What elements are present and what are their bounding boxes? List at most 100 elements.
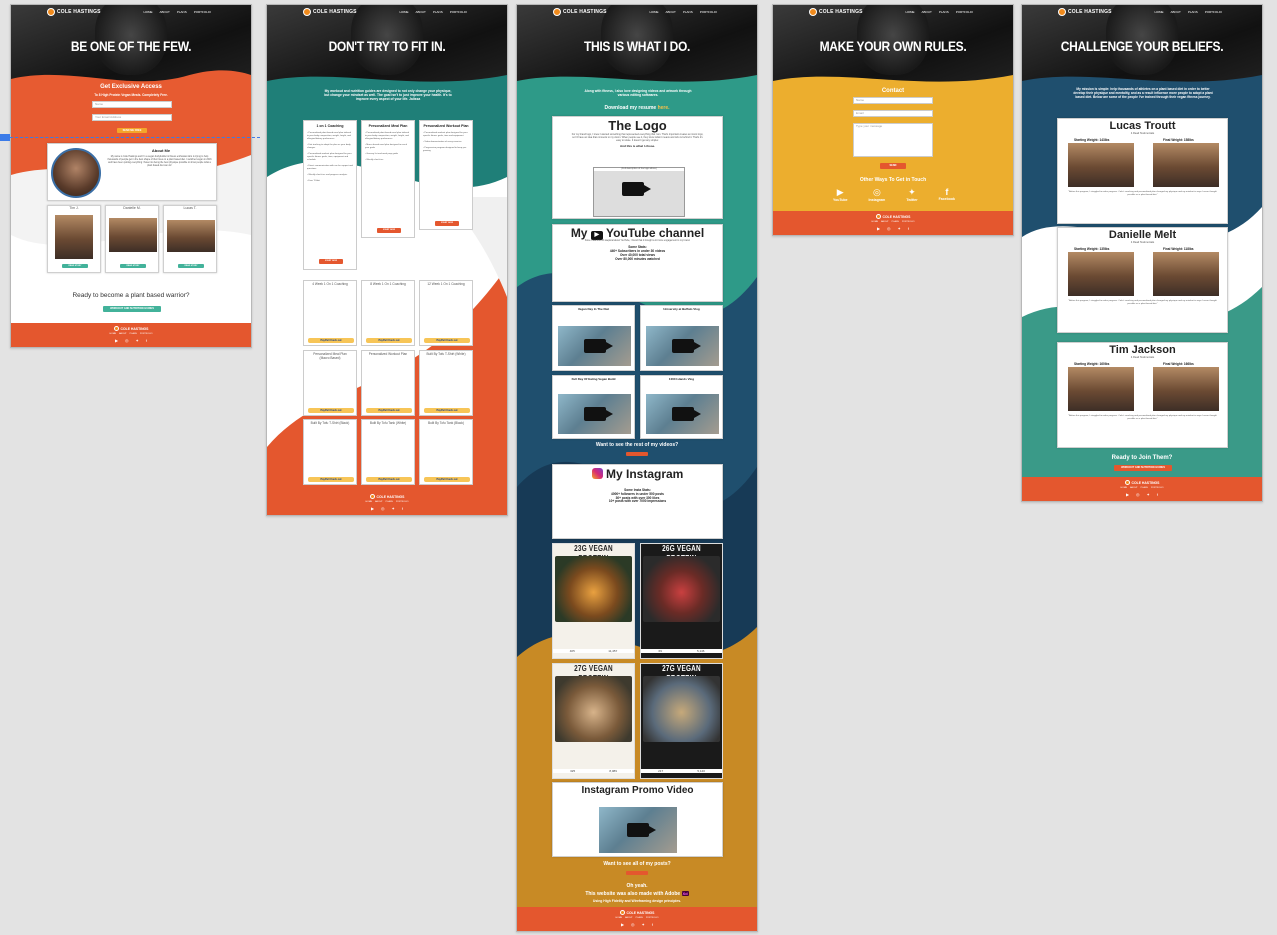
nav-about[interactable]: ABOUT [160,10,170,14]
youtube-icon[interactable]: ▶ [877,226,880,231]
twitter-icon[interactable]: ✦ [898,226,901,231]
read-story-button[interactable]: READ STORY [62,264,88,268]
start-now-button[interactable]: START NOW [319,259,343,264]
guides-button[interactable]: WORKOUT AND NUTRITION GUIDES [1114,465,1172,471]
more-videos-button[interactable] [626,452,648,456]
paypal-checkout-button[interactable]: PayPal Check out [424,408,470,413]
video-card[interactable]: Vegan Day In The Diet [552,305,635,371]
youtube-icon[interactable]: ▶ [371,506,374,511]
paypal-checkout-button[interactable]: PayPal Check out [308,408,354,413]
nav-portfolio[interactable]: PORTFOLIO [450,10,467,14]
instagram-icon[interactable]: ◎ [125,338,129,343]
nav-about[interactable]: ABOUT [922,10,932,14]
instagram-post[interactable]: 27G VEGAN PROTEIN 325 8,089 [552,663,635,779]
facebook-icon[interactable]: f [652,922,653,927]
footer-logo[interactable]: COLE HASTINGS [267,494,507,499]
nav-home[interactable]: HOME [400,10,409,14]
logo-preview[interactable]: (Full description of the logo above) [593,167,685,217]
footer-link[interactable]: PORTFOLIO [902,221,915,223]
facebook-icon[interactable]: f [402,506,403,511]
footer-link[interactable]: HOME [110,333,117,335]
nav-about[interactable]: ABOUT [1171,10,1181,14]
video-thumbnail[interactable] [558,394,631,434]
nav-plans[interactable]: PLANS [683,10,693,14]
facebook-link[interactable]: f Facebook [939,187,955,202]
footer-link[interactable]: PORTFOLIO [1151,487,1164,489]
selection-handle[interactable] [0,134,10,141]
instagram-icon[interactable]: ◎ [631,922,635,927]
footer-link[interactable]: HOME [872,221,879,223]
send-button[interactable]: SEND [880,163,906,169]
footer-link[interactable]: ABOUT [1130,487,1138,489]
facebook-icon[interactable]: f [908,226,909,231]
footer-link[interactable]: HOME [366,501,373,503]
video-card[interactable]: 1000 Islands Vlog [640,375,723,439]
nav-plans[interactable]: PLANS [433,10,443,14]
paypal-checkout-button[interactable]: PayPal Check out [308,338,354,343]
instagram-icon[interactable]: ◎ [1136,492,1140,497]
instagram-icon[interactable]: ◎ [887,226,891,231]
brand-logo[interactable]: COLE HASTINGS [809,8,863,16]
more-posts-button[interactable] [626,871,648,875]
twitter-icon[interactable]: ✦ [1147,492,1150,497]
resume-link[interactable]: here. [658,105,670,111]
guides-button[interactable]: WORKOUT AND NUTRITION GUIDES [103,306,161,312]
twitter-icon[interactable]: ✦ [392,506,395,511]
nav-home[interactable]: HOME [650,10,659,14]
promo-video[interactable] [599,807,677,853]
footer-link[interactable]: PLANS [386,501,393,503]
paypal-checkout-button[interactable]: PayPal Check out [366,338,412,343]
read-story-button[interactable]: READ STORY [120,264,146,268]
youtube-link[interactable]: ▶ YouTube [833,187,847,202]
video-thumbnail[interactable] [558,326,631,366]
video-thumbnail[interactable] [646,394,719,434]
footer-link[interactable]: PORTFOLIO [646,917,659,919]
footer-link[interactable]: ABOUT [375,501,383,503]
nav-portfolio[interactable]: PORTFOLIO [700,10,717,14]
footer-link[interactable]: HOME [1121,487,1128,489]
paypal-checkout-button[interactable]: PayPal Check out [424,338,470,343]
nav-plans[interactable]: PLANS [177,10,187,14]
nav-about[interactable]: ABOUT [416,10,426,14]
submit-button[interactable]: SEND ME FREE [117,128,147,133]
nav-portfolio[interactable]: PORTFOLIO [956,10,973,14]
instagram-link[interactable]: ◎ Instagram [869,187,886,202]
footer-link[interactable]: PLANS [636,917,643,919]
brand-logo[interactable]: COLE HASTINGS [47,8,101,16]
youtube-icon[interactable]: ▶ [1126,492,1129,497]
nav-plans[interactable]: PLANS [939,10,949,14]
video-card[interactable]: University at Buffalo Vlog [640,305,723,371]
nav-portfolio[interactable]: PORTFOLIO [194,10,211,14]
youtube-icon[interactable]: ▶ [115,338,118,343]
footer-logo[interactable]: COLE HASTINGS [11,326,251,331]
nav-home[interactable]: HOME [144,10,153,14]
twitter-icon[interactable]: ✦ [642,922,645,927]
read-story-button[interactable]: READ STORY [178,264,204,268]
start-now-button[interactable]: START NOW [435,221,459,226]
footer-link[interactable]: PLANS [892,221,899,223]
paypal-checkout-button[interactable]: PayPal Check out [308,477,354,482]
twitter-icon[interactable]: ✦ [136,338,139,343]
contact-email-field[interactable]: Email [853,110,933,117]
footer-link[interactable]: ABOUT [881,221,889,223]
paypal-checkout-button[interactable]: PayPal Check out [424,477,470,482]
instagram-post[interactable]: 27G VEGAN PROTEIN 217 5,140 [640,663,723,779]
footer-link[interactable]: ABOUT [625,917,633,919]
brand-logo[interactable]: COLE HASTINGS [303,8,357,16]
nav-home[interactable]: HOME [906,10,915,14]
footer-logo[interactable]: COLE HASTINGS [773,214,1013,219]
paypal-checkout-button[interactable]: PayPal Check out [366,477,412,482]
nav-home[interactable]: HOME [1155,10,1164,14]
footer-link[interactable]: ABOUT [119,333,127,335]
instagram-post[interactable]: 23G VEGAN PROTEIN 405 11,457 [552,543,635,659]
footer-link[interactable]: PLANS [1141,487,1148,489]
instagram-post[interactable]: 26G VEGAN PROTEIN 69 5,146 [640,543,723,659]
nav-portfolio[interactable]: PORTFOLIO [1205,10,1222,14]
facebook-icon[interactable]: f [1157,492,1158,497]
instagram-icon[interactable]: ◎ [381,506,385,511]
nav-about[interactable]: ABOUT [666,10,676,14]
paypal-checkout-button[interactable]: PayPal Check out [366,408,412,413]
footer-link[interactable]: PORTFOLIO [140,333,153,335]
twitter-link[interactable]: ✦ Twitter [906,187,917,202]
name-field[interactable]: Name [92,101,172,108]
